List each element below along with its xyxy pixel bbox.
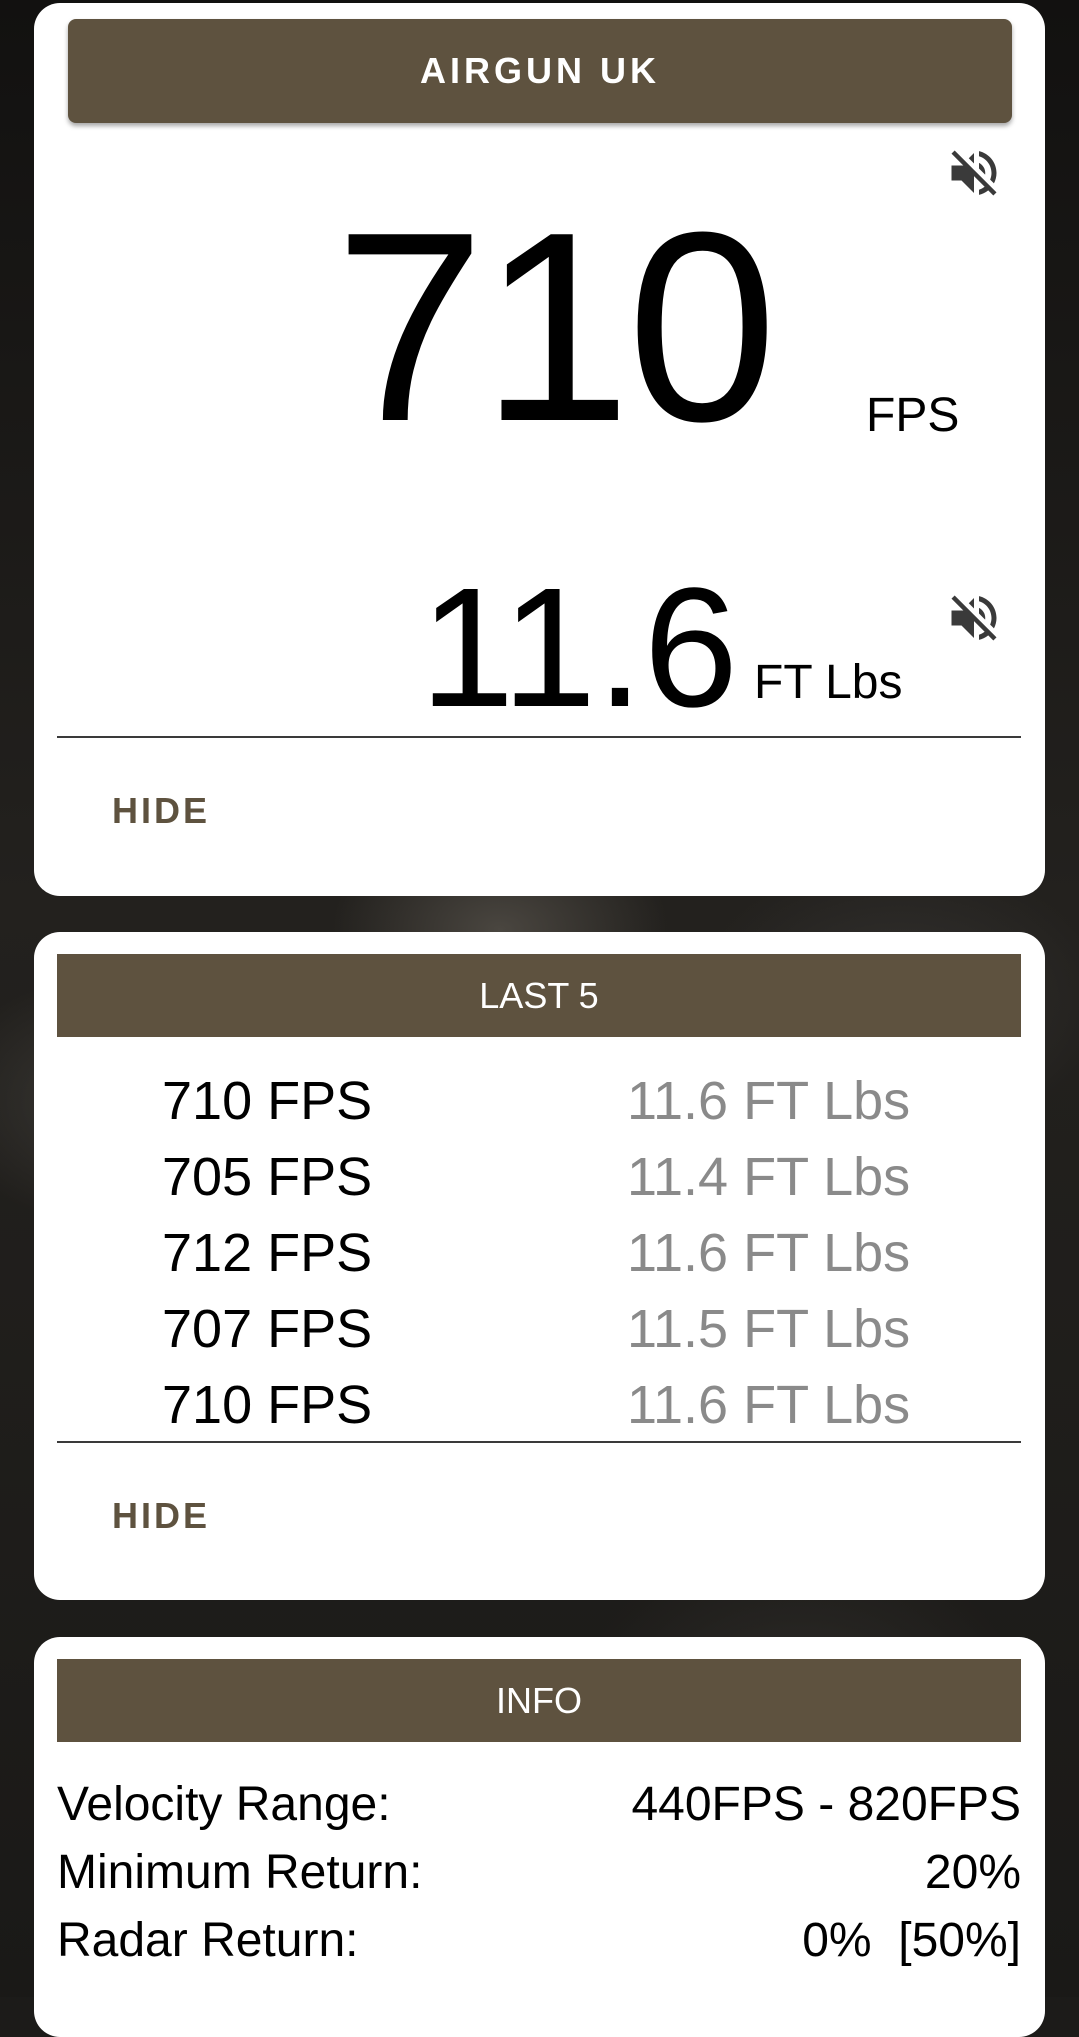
- last5-row: 705 FPS 11.4 FT Lbs: [34, 1146, 1045, 1222]
- last5-header: LAST 5: [57, 954, 1021, 1037]
- info-value: 0% [50%]: [802, 1914, 1021, 1967]
- brand-header: AIRGUN UK: [68, 19, 1012, 123]
- info-label: Velocity Range:: [57, 1778, 391, 1831]
- last5-row: 710 FPS 11.6 FT Lbs: [34, 1374, 1045, 1450]
- reading-card: AIRGUN UK 710 FPS 11.6 FT Lbs HIDE: [34, 3, 1045, 896]
- reading-divider: [57, 736, 1021, 738]
- last5-energy: 11.6 FT Lbs: [627, 1071, 911, 1131]
- last5-fps: 707 FPS: [162, 1299, 373, 1359]
- energy-mute-icon[interactable]: [944, 588, 1004, 648]
- last5-fps: 712 FPS: [162, 1223, 373, 1283]
- last5-energy: 11.4 FT Lbs: [627, 1147, 911, 1207]
- last5-divider: [57, 1441, 1021, 1443]
- last5-energy: 11.6 FT Lbs: [627, 1223, 911, 1283]
- info-value: 440FPS - 820FPS: [631, 1778, 1021, 1831]
- info-card: INFO Velocity Range: 440FPS - 820FPS Min…: [34, 1637, 1045, 2037]
- last5-energy: 11.5 FT Lbs: [627, 1299, 911, 1359]
- energy-value: 11.6: [419, 553, 739, 743]
- last5-fps: 705 FPS: [162, 1147, 373, 1207]
- last5-row: 710 FPS 11.6 FT Lbs: [34, 1070, 1045, 1146]
- info-value: 20%: [924, 1846, 1021, 1899]
- last5-row: 707 FPS 11.5 FT Lbs: [34, 1298, 1045, 1374]
- last5-hide-button[interactable]: HIDE: [112, 1495, 210, 1537]
- info-label: Minimum Return:: [57, 1846, 423, 1899]
- energy-unit: FT Lbs: [754, 656, 903, 709]
- info-label: Radar Return:: [57, 1914, 359, 1967]
- reading-hide-button[interactable]: HIDE: [112, 790, 210, 832]
- velocity-value: 710: [334, 177, 777, 478]
- last5-fps: 710 FPS: [162, 1071, 373, 1131]
- info-header: INFO: [57, 1659, 1021, 1742]
- velocity-mute-icon[interactable]: [944, 143, 1004, 203]
- last5-row: 712 FPS 11.6 FT Lbs: [34, 1222, 1045, 1298]
- last5-fps: 710 FPS: [162, 1375, 373, 1435]
- last5-energy: 11.6 FT Lbs: [627, 1375, 911, 1435]
- velocity-unit: FPS: [866, 389, 960, 442]
- last5-card: LAST 5 710 FPS 11.6 FT Lbs 705 FPS 11.4 …: [34, 932, 1045, 1600]
